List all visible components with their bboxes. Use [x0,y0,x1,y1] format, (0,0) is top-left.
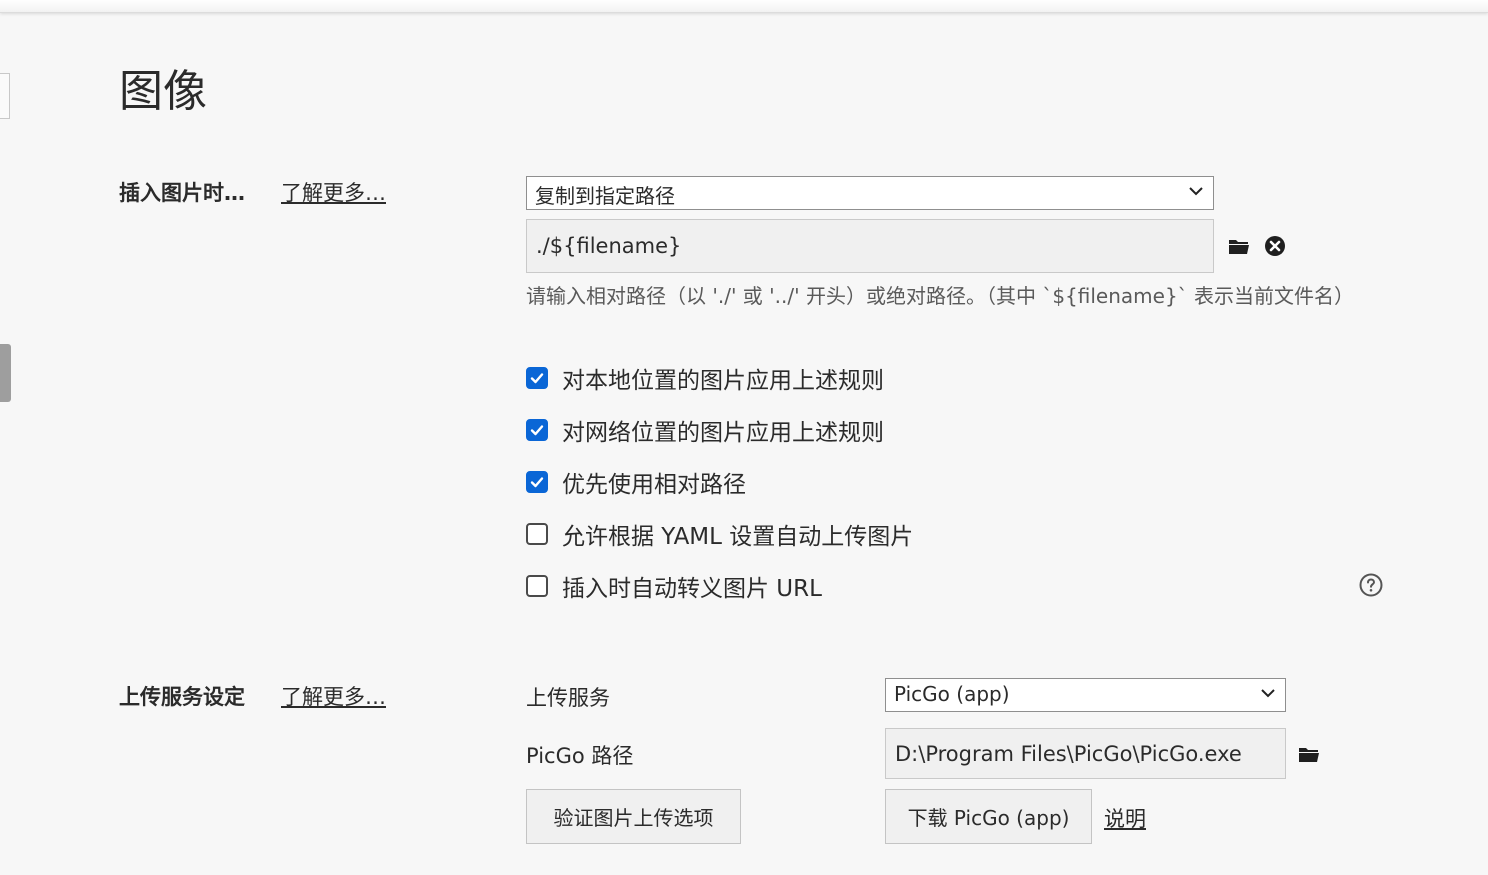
checkmark-icon [530,425,544,436]
insert-image-label: 插入图片时… [119,181,245,205]
checkbox-yaml-auto-upload[interactable]: 允许根据 YAML 设置自动上传图片 [526,519,914,550]
help-icon[interactable] [1359,573,1383,597]
folder-icon[interactable] [1228,236,1250,256]
checkmark-icon [530,373,544,384]
picgo-path-value: D:\Program Files\PicGo\PicGo.exe [895,741,1242,766]
chevron-down-icon [1261,689,1275,698]
verify-upload-button[interactable]: 验证图片上传选项 [526,789,741,844]
image-path-input[interactable]: ./${filename} [526,219,1214,273]
checkbox-label: 允许根据 YAML 设置自动上传图片 [562,524,914,550]
insert-image-learn-more-link[interactable]: 了解更多… [281,177,386,207]
path-hint-text: 请输入相对路径（以 './' 或 '../' 开头）或绝对路径。（其中 `${f… [526,284,1355,308]
checkbox-label: 对网络位置的图片应用上述规则 [562,420,884,446]
upload-settings-label: 上传服务设定 [119,685,245,709]
insert-image-action-select[interactable]: 复制到指定路径 [526,176,1214,210]
upload-service-select[interactable]: PicGo (app) [885,678,1286,712]
top-toolbar-edge [0,0,1488,13]
checkbox-label: 优先使用相对路径 [562,472,746,498]
checkmark-icon [530,477,544,488]
checkbox-prefer-relative-path[interactable]: 优先使用相对路径 [526,467,746,498]
preferences-image-page: 图像 插入图片时… 了解更多… 复制到指定路径 ./${filename} 请输… [0,0,1488,875]
checkbox-box[interactable] [526,523,548,545]
upload-learn-more-link[interactable]: 了解更多… [281,681,386,711]
checkbox-box[interactable] [526,367,548,389]
checkbox-label: 插入时自动转义图片 URL [562,576,822,602]
upload-service-label: 上传服务 [526,686,610,710]
upload-service-value: PicGo (app) [894,682,1010,706]
image-path-value: ./${filename} [536,234,682,258]
picgo-path-input[interactable]: D:\Program Files\PicGo\PicGo.exe [885,728,1286,779]
checkbox-apply-network-images[interactable]: 对网络位置的图片应用上述规则 [526,415,884,446]
sidebar-scroll-handle[interactable] [0,344,11,402]
download-picgo-button[interactable]: 下载 PicGo (app) [885,789,1092,844]
checkbox-box[interactable] [526,419,548,441]
checkbox-box[interactable] [526,471,548,493]
folder-icon[interactable] [1298,744,1320,764]
page-title: 图像 [119,66,207,117]
checkbox-apply-local-images[interactable]: 对本地位置的图片应用上述规则 [526,363,884,394]
checkbox-box[interactable] [526,575,548,597]
explain-link[interactable]: 说明 [1104,803,1146,833]
checkbox-escape-image-url[interactable]: 插入时自动转义图片 URL [526,571,822,602]
sidebar-edge [0,73,10,119]
clear-icon[interactable] [1264,235,1286,257]
picgo-path-label: PicGo 路径 [526,744,634,768]
checkbox-label: 对本地位置的图片应用上述规则 [562,368,884,394]
chevron-down-icon [1189,187,1203,196]
insert-image-action-value: 复制到指定路径 [535,184,675,208]
